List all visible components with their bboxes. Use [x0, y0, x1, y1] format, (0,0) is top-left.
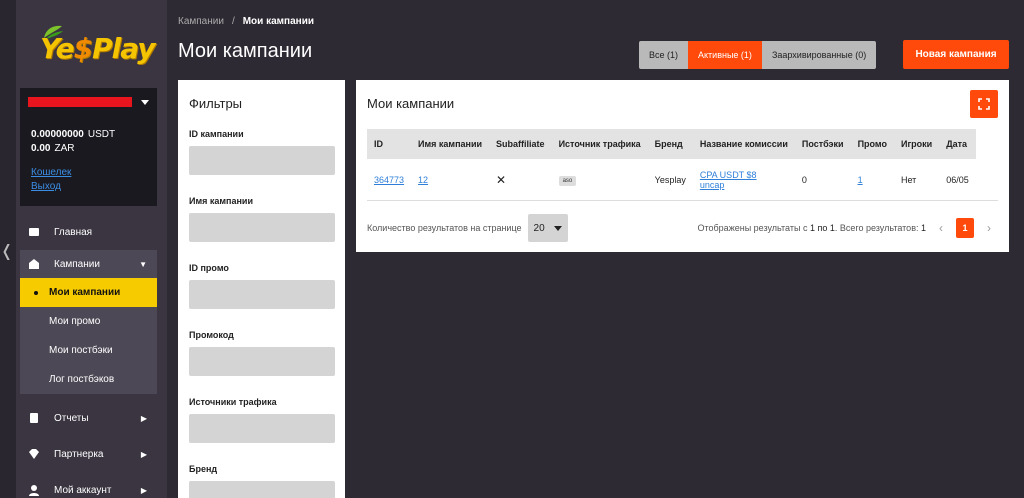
- breadcrumb: Кампании / Мои кампании: [178, 16, 314, 27]
- account-select[interactable]: [20, 88, 157, 116]
- campaigns-table: ID Имя кампании Subaffiliate Источник тр…: [367, 129, 976, 200]
- sidebar-item-campaigns[interactable]: Кампании ▼: [20, 250, 157, 278]
- column-header[interactable]: Subaffiliate: [489, 129, 552, 159]
- sidebar-item-label: Отчеты: [54, 412, 89, 424]
- sidebar-subitem-my-postbacks[interactable]: Мои постбэки: [20, 336, 157, 365]
- column-header[interactable]: Источник трафика: [552, 129, 648, 159]
- sidebar-subitem-postback-log[interactable]: Лог постбэков: [20, 365, 157, 394]
- filter-label-traffic-sources: Источники трафика: [189, 397, 277, 407]
- campaign-name-link[interactable]: 12: [418, 175, 428, 185]
- new-campaign-button[interactable]: Новая кампания: [903, 40, 1009, 69]
- sidebar-subitem-my-campaigns[interactable]: Мои кампании: [20, 278, 157, 307]
- sidebar-item-partner[interactable]: Партнерка ▶: [20, 436, 157, 472]
- store-icon: [29, 259, 39, 269]
- date-cell: 06/05: [946, 175, 969, 185]
- chevron-left-icon[interactable]: ‹: [932, 221, 950, 235]
- redacted-account-name: [28, 97, 132, 107]
- campaigns-card: Мои кампании ID Имя кампании Subaffiliat…: [356, 80, 1009, 252]
- filters-panel: Фильтры ID кампании Имя кампании ID пром…: [178, 80, 345, 498]
- campaign-id-link[interactable]: 364773: [374, 175, 404, 185]
- per-page-select[interactable]: 20: [527, 214, 568, 242]
- players-cell: Нет: [900, 175, 917, 185]
- balance-usdt: 0.00000000 USDT: [31, 129, 116, 140]
- filter-label-promo-id: ID промо: [189, 263, 229, 273]
- tab-active[interactable]: Активные (1): [688, 41, 762, 69]
- postbacks-cell: 0: [801, 175, 807, 185]
- tab-all[interactable]: Все (1): [639, 41, 688, 69]
- chevron-right-icon: ▶: [140, 485, 147, 495]
- filters-title: Фильтры: [189, 96, 243, 111]
- brand-input[interactable]: [189, 481, 335, 498]
- results-info: Отображены результаты с 1 по 1. Всего ре…: [697, 223, 927, 233]
- traffic-source-tag: aso: [558, 176, 577, 186]
- campaigns-group: Кампании ▼ Мои кампании Мои промо Мои по…: [20, 250, 157, 394]
- logo[interactable]: Ye$Play: [40, 25, 156, 74]
- column-header[interactable]: Название комиссии: [693, 129, 795, 159]
- wallet-link[interactable]: Кошелек: [31, 166, 146, 180]
- sidebar-item-label: Партнерка: [54, 448, 104, 460]
- balance-zar: 0.00 ZAR: [31, 143, 75, 154]
- logout-link[interactable]: Выход: [31, 180, 146, 194]
- chevron-down-icon: [553, 225, 562, 231]
- breadcrumb-current: Мои кампании: [242, 16, 314, 27]
- fullscreen-icon: [978, 98, 990, 110]
- promo-link[interactable]: 1: [858, 175, 863, 185]
- campaign-id-input[interactable]: [189, 146, 335, 175]
- filter-label-promocode: Промокод: [189, 330, 234, 340]
- chevron-right-icon[interactable]: ›: [980, 221, 998, 235]
- balance-box: 0.00000000 USDT 0.00 ZAR Кошелек Выход: [20, 116, 157, 206]
- column-header[interactable]: Дата: [939, 129, 976, 159]
- sidebar-subitem-my-promo[interactable]: Мои промо: [20, 307, 157, 336]
- column-header[interactable]: Игроки: [894, 129, 939, 159]
- sidebar-nav: Главная Кампании ▼ Мои кампании Мои пром…: [20, 214, 157, 498]
- promo-id-input[interactable]: [189, 280, 335, 309]
- table-header-row: ID Имя кампании Subaffiliate Источник тр…: [367, 129, 976, 159]
- status-tabs: Все (1) Активные (1) Заархивированные (0…: [639, 41, 877, 69]
- sidebar-item-home[interactable]: Главная: [20, 214, 157, 250]
- campaigns-table-wrap[interactable]: ID Имя кампании Subaffiliate Источник тр…: [367, 129, 998, 201]
- chevron-down-icon: [141, 99, 149, 105]
- chevron-down-icon: ▼: [139, 259, 147, 269]
- breadcrumb-parent[interactable]: Кампании: [178, 16, 224, 27]
- fullscreen-button[interactable]: [970, 90, 998, 118]
- promocode-input[interactable]: [189, 347, 335, 376]
- pagination: Количество результатов на странице 20 От…: [367, 213, 998, 243]
- sidebar-item-reports[interactable]: Отчеты ▶: [20, 400, 157, 436]
- sidebar-item-label: Мой аккаунт: [54, 484, 112, 496]
- collapse-sidebar-icon[interactable]: ❬: [0, 244, 13, 260]
- diamond-icon: [29, 449, 39, 459]
- clipboard-icon: [30, 413, 38, 423]
- sidebar-item-label: Кампании: [54, 258, 100, 270]
- filter-label-campaign-name: Имя кампании: [189, 196, 253, 206]
- column-header[interactable]: ID: [367, 129, 411, 159]
- column-header[interactable]: Имя кампании: [411, 129, 489, 159]
- page-1-button[interactable]: 1: [956, 218, 974, 238]
- active-dot-icon: [34, 290, 38, 295]
- card-title: Мои кампании: [367, 96, 455, 111]
- column-header[interactable]: Постбэки: [795, 129, 851, 159]
- user-icon: [29, 485, 39, 496]
- traffic-sources-input[interactable]: [189, 414, 335, 443]
- table-row: 364773 12 ✕ aso Yesplay CPA USDT $8 uncap…: [367, 159, 976, 200]
- sidebar-item-my-account[interactable]: Мой аккаунт ▶: [20, 472, 157, 498]
- commission-link[interactable]: CPA USDT $8 uncap: [700, 170, 757, 190]
- chevron-right-icon: ▶: [140, 449, 147, 459]
- brand-cell: Yesplay: [654, 175, 686, 185]
- sidebar: Ye$Play 0.00000000 USDT 0.00 ZAR Кошелек В…: [16, 0, 167, 498]
- campaign-name-input[interactable]: [189, 213, 335, 242]
- column-header[interactable]: Бренд: [648, 129, 693, 159]
- per-page-label: Количество результатов на странице: [367, 223, 522, 233]
- home-icon: [29, 228, 39, 236]
- filter-label-brand: Бренд: [189, 464, 218, 474]
- logo-text: Ye$Play: [40, 32, 156, 65]
- filter-label-campaign-id: ID кампании: [189, 129, 244, 139]
- sidebar-item-label: Главная: [54, 226, 93, 238]
- page-title: Мои кампании: [178, 40, 313, 62]
- column-header[interactable]: Промо: [851, 129, 894, 159]
- tab-archived[interactable]: Заархивированные (0): [762, 41, 876, 69]
- chevron-right-icon: ▶: [140, 413, 147, 423]
- close-icon: ✕: [496, 173, 507, 187]
